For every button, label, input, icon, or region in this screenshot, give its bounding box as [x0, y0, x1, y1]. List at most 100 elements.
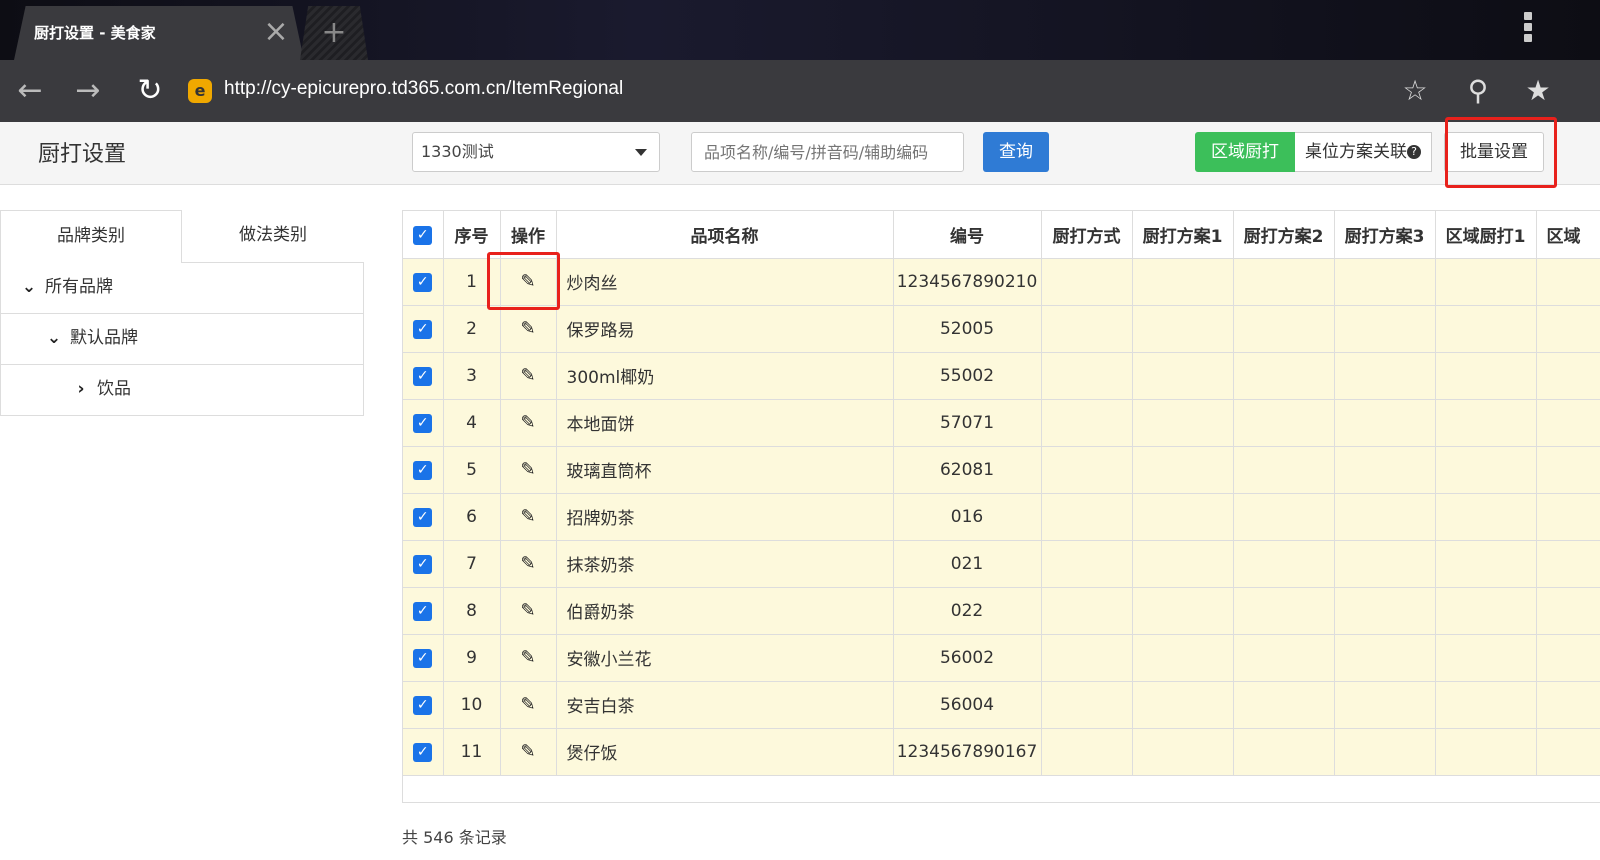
- edit-button[interactable]: ✎: [500, 399, 557, 447]
- desk-plan-label: 桌位方案关联: [1305, 142, 1407, 162]
- select-all-checkbox[interactable]: ✓: [403, 211, 444, 259]
- edit-icon: ✎: [520, 318, 536, 339]
- site-favicon-icon: e: [188, 79, 212, 103]
- tab-title: 厨打设置 - 美食家: [34, 24, 156, 42]
- table-cell: [1041, 352, 1133, 400]
- chevron-down-icon[interactable]: ⌄: [44, 314, 64, 362]
- star-icon[interactable]: ☆: [1395, 72, 1435, 110]
- table-cell: [1233, 258, 1335, 306]
- item-name: 安吉白茶: [556, 681, 894, 729]
- row-checkbox[interactable]: ✓: [403, 587, 444, 635]
- table-cell: [1132, 681, 1234, 729]
- table-cell: [1132, 587, 1234, 635]
- column-header: 品项名称: [556, 211, 894, 259]
- row-number: 6: [443, 493, 501, 541]
- table-row[interactable]: ✓ 1 ✎ 炒肉丝 1234567890210: [403, 258, 1600, 306]
- row-checkbox[interactable]: ✓: [403, 258, 444, 306]
- table-row[interactable]: ✓ 4 ✎ 本地面饼 57071: [403, 399, 1600, 447]
- chevron-down-icon[interactable]: ⌄: [19, 263, 39, 311]
- items-table-container: ✓ 序号 操作 品项名称 编号 厨打方式 厨打方案1 厨打方案2 厨打方案3 区…: [402, 210, 1600, 803]
- table-row[interactable]: ✓ 6 ✎ 招牌奶茶 016: [403, 493, 1600, 541]
- query-button[interactable]: 查询: [983, 132, 1049, 172]
- edit-button[interactable]: ✎: [500, 634, 557, 682]
- close-tab-icon[interactable]: ×: [262, 14, 290, 50]
- edit-button[interactable]: ✎: [500, 305, 557, 353]
- desk-plan-button[interactable]: 桌位方案关联?: [1295, 132, 1432, 172]
- table-cell: [1435, 352, 1537, 400]
- help-icon[interactable]: ?: [1407, 145, 1421, 159]
- table-row[interactable]: ✓ 10 ✎ 安吉白茶 56004: [403, 681, 1600, 729]
- table-cell: [1536, 493, 1600, 541]
- edit-button[interactable]: ✎: [500, 493, 557, 541]
- reload-icon[interactable]: ↻: [130, 72, 170, 110]
- tree-node-default-brand[interactable]: ⌄ 默认品牌: [1, 314, 363, 365]
- row-checkbox[interactable]: ✓: [403, 681, 444, 729]
- edit-icon: ✎: [520, 365, 536, 386]
- bookmark-icon[interactable]: ★: [1518, 72, 1558, 110]
- table-row[interactable]: ✓ 5 ✎ 玻璃直筒杯 62081: [403, 446, 1600, 494]
- table-cell: [1132, 352, 1234, 400]
- row-checkbox[interactable]: ✓: [403, 634, 444, 682]
- tree-node-drinks[interactable]: › 饮品: [1, 365, 363, 416]
- back-arrow-icon[interactable]: ←: [10, 72, 50, 110]
- row-checkbox[interactable]: ✓: [403, 352, 444, 400]
- column-header: 编号: [893, 211, 1042, 259]
- tab-method-category[interactable]: 做法类别: [182, 210, 364, 263]
- table-row[interactable]: ✓ 3 ✎ 300ml椰奶 55002: [403, 352, 1600, 400]
- table-row[interactable]: ✓ 9 ✎ 安徽小兰花 56002: [403, 634, 1600, 682]
- table-cell: [1435, 305, 1537, 353]
- item-name: 玻璃直筒杯: [556, 446, 894, 494]
- chevron-right-icon[interactable]: ›: [71, 365, 91, 413]
- new-tab-button[interactable]: +: [300, 6, 368, 60]
- edit-button[interactable]: ✎: [500, 446, 557, 494]
- tab-brand-category[interactable]: 品牌类别: [0, 210, 182, 263]
- search-input[interactable]: [691, 132, 964, 172]
- tree-node-all-brands[interactable]: ⌄ 所有品牌: [1, 263, 363, 314]
- row-number: 8: [443, 587, 501, 635]
- edit-button[interactable]: ✎: [500, 681, 557, 729]
- highlight-box: [1445, 117, 1557, 188]
- edit-button[interactable]: ✎: [500, 728, 557, 776]
- checkbox-checked-icon: ✓: [413, 696, 433, 715]
- search-icon[interactable]: ⚲: [1458, 72, 1498, 110]
- checkbox-checked-icon: ✓: [413, 320, 433, 339]
- edit-button[interactable]: ✎: [500, 352, 557, 400]
- table-row[interactable]: ✓ 11 ✎ 煲仔饭 1234567890167: [403, 728, 1600, 776]
- table-cell: [1334, 352, 1436, 400]
- forward-arrow-icon[interactable]: →: [68, 72, 108, 110]
- row-checkbox[interactable]: ✓: [403, 540, 444, 588]
- url-text[interactable]: http://cy-epicurepro.td365.com.cn/ItemRe…: [224, 78, 623, 100]
- checkbox-checked-icon: ✓: [413, 508, 433, 527]
- row-checkbox[interactable]: ✓: [403, 446, 444, 494]
- table-cell: [1536, 352, 1600, 400]
- table-row[interactable]: ✓ 8 ✎ 伯爵奶茶 022: [403, 587, 1600, 635]
- row-number: 9: [443, 634, 501, 682]
- table-cell: [1233, 352, 1335, 400]
- column-header: 厨打方案1: [1132, 211, 1234, 259]
- edit-button[interactable]: ✎: [500, 587, 557, 635]
- table-row[interactable]: ✓ 2 ✎ 保罗路易 52005: [403, 305, 1600, 353]
- table-row[interactable]: ✓ 7 ✎ 抹茶奶茶 021: [403, 540, 1600, 588]
- column-header: 区域厨打1: [1435, 211, 1537, 259]
- table-cell: [1041, 493, 1133, 541]
- table-cell: [1536, 446, 1600, 494]
- table-cell: [1132, 258, 1234, 306]
- table-cell: [1334, 728, 1436, 776]
- store-select[interactable]: 1330测试: [412, 132, 660, 172]
- table-cell: [1132, 540, 1234, 588]
- column-header: 厨打方案2: [1233, 211, 1335, 259]
- region-print-button[interactable]: 区域厨打: [1195, 132, 1295, 172]
- table-cell: [1233, 399, 1335, 447]
- row-checkbox[interactable]: ✓: [403, 399, 444, 447]
- page-title: 厨打设置: [38, 142, 127, 167]
- row-checkbox[interactable]: ✓: [403, 305, 444, 353]
- edit-button[interactable]: ✎: [500, 540, 557, 588]
- table-cell: [1435, 587, 1537, 635]
- table-cell: [1132, 493, 1234, 541]
- table-cell: [1435, 258, 1537, 306]
- menu-dots-icon[interactable]: [1518, 12, 1538, 45]
- row-checkbox[interactable]: ✓: [403, 728, 444, 776]
- column-header: 操作: [500, 211, 557, 259]
- row-checkbox[interactable]: ✓: [403, 493, 444, 541]
- table-cell: [1334, 305, 1436, 353]
